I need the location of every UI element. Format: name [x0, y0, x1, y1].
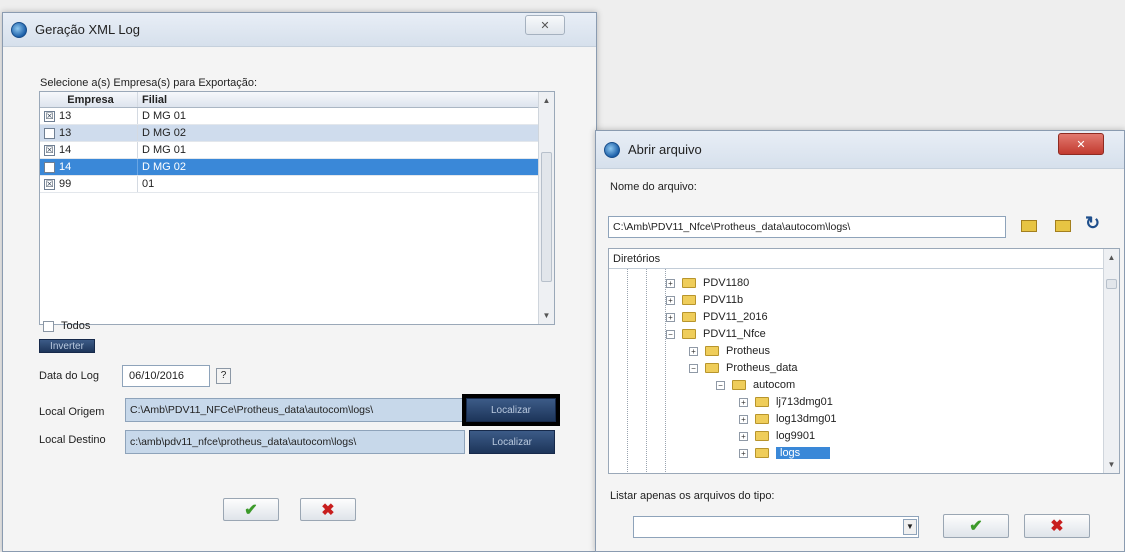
check-icon: ✔ [244, 501, 258, 519]
window-title: Abrir arquivo [628, 142, 702, 157]
title-bar: Geração XML Log [3, 13, 596, 47]
grid-header: Empresa Filial [40, 92, 538, 108]
dirs-header: Diretórios [609, 249, 1103, 269]
folder-icon [755, 431, 769, 441]
grid-body: ☒ 13 D MG 01 13 D MG 02 ☒ 14 D MG 01 14 D … [40, 108, 538, 193]
folder-icon [705, 363, 719, 373]
folder-icon [682, 295, 696, 305]
file-type-select[interactable] [633, 516, 919, 538]
localizar-destino-button[interactable]: Localizar [469, 430, 555, 454]
select-arrow-button[interactable]: ▼ [903, 519, 917, 535]
chevron-down-icon: ▼ [906, 522, 914, 531]
filter-label: Listar apenas os arquivos do tipo: [610, 490, 775, 502]
help-button[interactable]: ? [216, 368, 231, 384]
tree-item[interactable]: + lj713dmg01 [739, 395, 833, 409]
tree-item[interactable]: + PDV11_2016 [666, 310, 768, 324]
tree-item[interactable]: − PDV11_Nfce [666, 327, 766, 341]
close-icon: ✕ [540, 19, 550, 32]
row-checkbox[interactable] [44, 161, 55, 173]
local-origem-label: Local Origem [39, 406, 105, 418]
x-icon: ✖ [1050, 518, 1064, 535]
tree-item[interactable]: + log13dmg01 [739, 412, 837, 426]
data-log-label: Data do Log [39, 370, 99, 382]
cancel-button[interactable]: ✖ [1024, 514, 1090, 538]
filename-field[interactable]: C:\Amb\PDV11_Nfce\Protheus_data\autocom\… [608, 216, 1006, 238]
row-checkbox[interactable]: ☒ [44, 144, 55, 156]
tree-item[interactable]: + Protheus [689, 344, 770, 358]
row-checkbox[interactable]: ☒ [44, 178, 55, 190]
close-button[interactable]: ✕ [1058, 133, 1104, 155]
empresa-grid[interactable]: Empresa Filial ☒ 13 D MG 01 13 D MG 02 ☒ 1… [39, 91, 555, 325]
tree-item[interactable]: + log9901 [739, 429, 815, 443]
abrir-arquivo-window: Abrir arquivo ✕ Nome do arquivo: C:\Amb\… [595, 130, 1125, 552]
app-icon [604, 141, 620, 158]
x-icon: ✖ [321, 501, 335, 519]
row-checkbox[interactable]: ☒ [44, 110, 55, 122]
check-icon: ✔ [969, 518, 983, 535]
close-button[interactable]: ✕ [525, 15, 565, 35]
confirm-button[interactable]: ✔ [943, 514, 1009, 538]
tree-scrollbar[interactable]: ▲ ▼ [1103, 249, 1119, 473]
inverter-button[interactable]: Inverter [39, 339, 95, 353]
tree-item[interactable]: + PDV11b [666, 293, 743, 307]
help-icon: ? [220, 370, 227, 381]
folder-icon [755, 414, 769, 424]
grid-scrollbar[interactable]: ▲ ▼ [538, 92, 554, 324]
table-row[interactable]: 13 D MG 02 [40, 125, 538, 142]
folder-icon [682, 312, 696, 322]
scroll-down-icon[interactable]: ▼ [1104, 460, 1119, 469]
scroll-up-icon[interactable]: ▲ [1104, 253, 1119, 262]
app-icon [11, 21, 27, 38]
new-folder-icon[interactable] [1055, 220, 1071, 232]
table-row[interactable]: ☒ 13 D MG 01 [40, 108, 538, 125]
todos-checkbox[interactable] [43, 321, 54, 332]
folder-icon [755, 397, 769, 407]
tree-line [646, 269, 647, 474]
close-icon: ✕ [1076, 138, 1086, 151]
row-checkbox[interactable] [44, 127, 55, 139]
select-label: Selecione a(s) Empresa(s) para Exportaçã… [40, 77, 258, 89]
column-header-empresa[interactable]: Empresa [40, 92, 138, 107]
title-bar: Abrir arquivo [596, 131, 1124, 169]
geracao-xml-log-window: Geração XML Log ✕ Selecione a(s) Empresa… [2, 12, 597, 552]
tree-line [627, 269, 628, 474]
table-row[interactable]: ☒ 99 01 [40, 176, 538, 193]
folder-icon [682, 329, 696, 339]
refresh-icon[interactable]: ↻ [1085, 213, 1100, 234]
directory-tree[interactable]: Diretórios ▲ ▼ + PDV1180 + PDV11b + PDV11_2… [608, 248, 1120, 474]
table-row[interactable]: ☒ 14 D MG 01 [40, 142, 538, 159]
data-log-field[interactable]: 06/10/2016 [122, 365, 210, 387]
tree-item[interactable]: − autocom [716, 378, 795, 392]
folder-icon [755, 448, 769, 458]
folder-icon [705, 346, 719, 356]
tree-item[interactable]: − Protheus_data [689, 361, 798, 375]
local-destino-field[interactable]: c:\amb\pdv11_nfce\protheus_data\autocom\… [125, 430, 465, 454]
column-header-filial[interactable]: Filial [138, 92, 538, 107]
localizar-origem-button[interactable]: Localizar [466, 398, 556, 422]
scroll-thumb[interactable] [1106, 279, 1117, 289]
folder-open-icon[interactable] [1021, 220, 1037, 232]
local-origem-field[interactable]: C:\Amb\PDV11_NFCe\Protheus_data\autocom\… [125, 398, 465, 422]
scroll-up-icon[interactable]: ▲ [539, 96, 554, 105]
folder-icon [732, 380, 746, 390]
table-row-selected[interactable]: 14 D MG 02 [40, 159, 538, 176]
tree-item-selected[interactable]: + logs [739, 446, 831, 460]
window-title: Geração XML Log [35, 22, 141, 37]
filename-label: Nome do arquivo: [610, 181, 697, 193]
scroll-thumb[interactable] [541, 152, 552, 282]
scroll-down-icon[interactable]: ▼ [539, 311, 554, 320]
todos-label: Todos [61, 320, 91, 332]
local-destino-label: Local Destino [39, 434, 106, 446]
tree-item[interactable]: + PDV1180 [666, 276, 749, 290]
folder-icon [682, 278, 696, 288]
confirm-button[interactable]: ✔ [223, 498, 279, 521]
cancel-button[interactable]: ✖ [300, 498, 356, 521]
